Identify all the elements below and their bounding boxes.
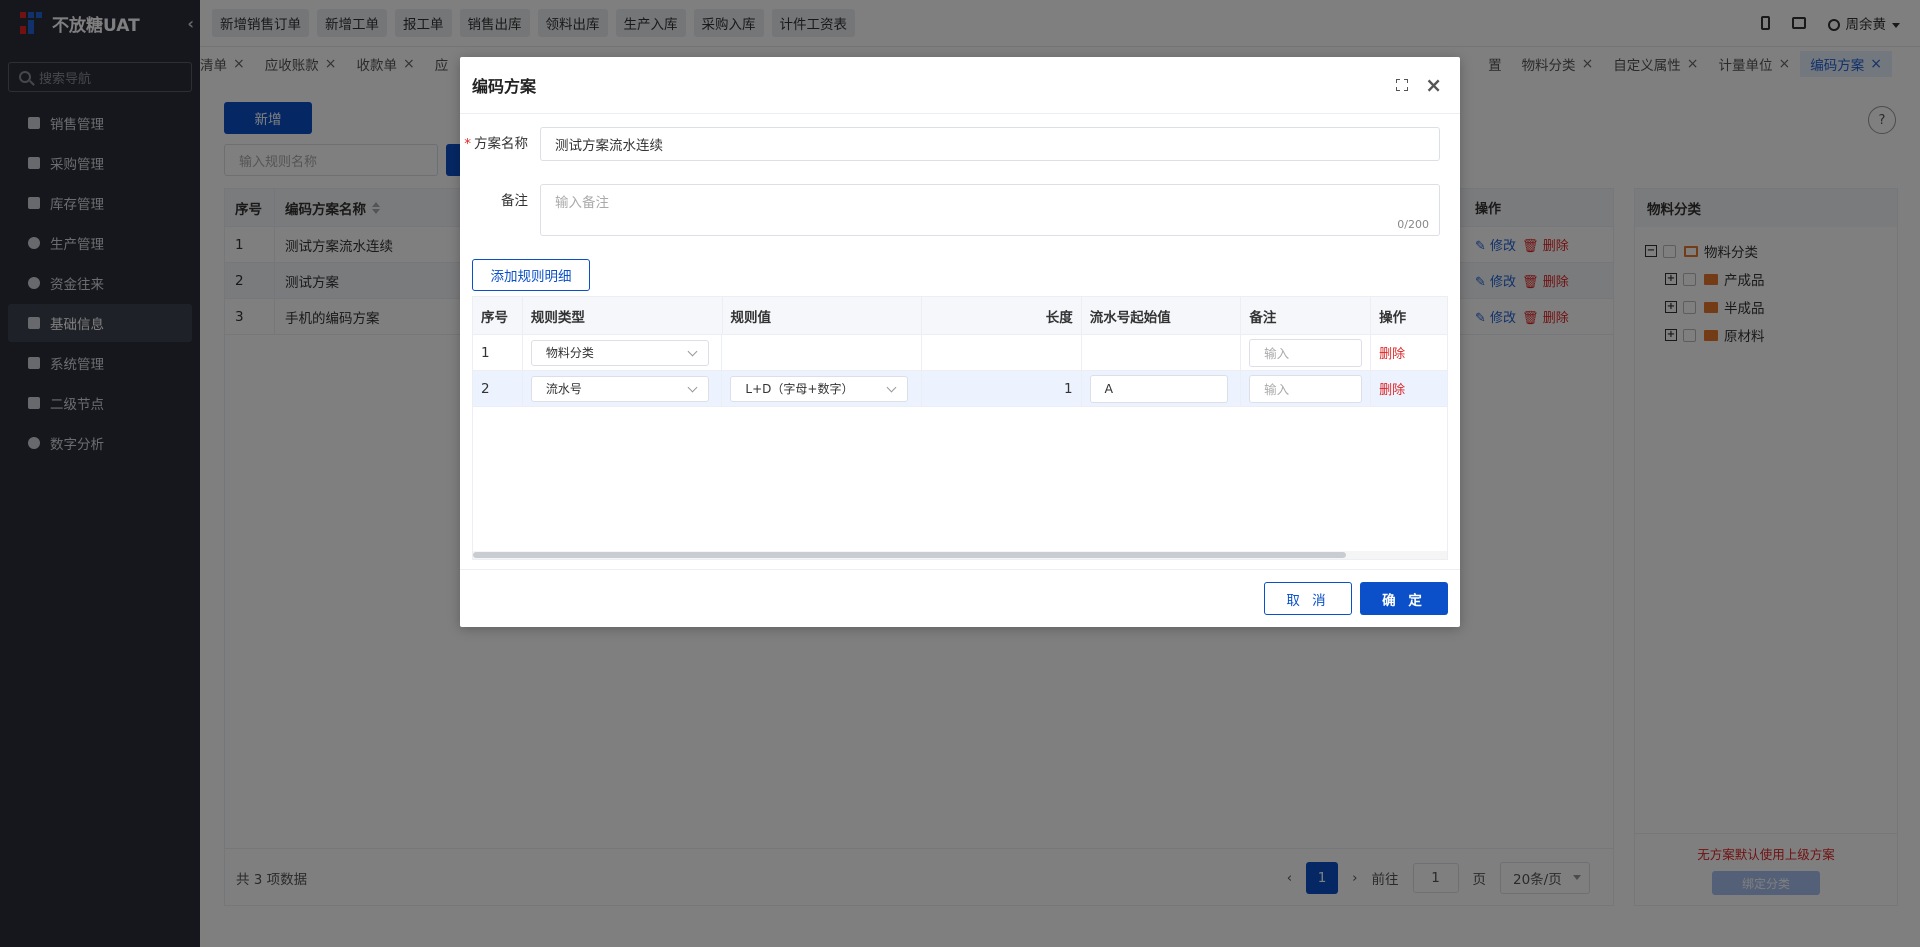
chevron-down-icon xyxy=(687,382,698,392)
remark-row: 备注 输入备注 0/200 xyxy=(460,184,1440,236)
dialog-header: 编码方案 × xyxy=(460,57,1460,114)
remark-textarea[interactable]: 输入备注 0/200 xyxy=(540,184,1440,236)
horizontal-scrollbar[interactable] xyxy=(473,551,1447,559)
confirm-button[interactable]: 确 定 xyxy=(1360,582,1448,615)
rule-remark-input[interactable]: 输入 xyxy=(1249,374,1363,403)
chevron-down-icon xyxy=(687,346,698,356)
scheme-name-input[interactable]: 测试方案流水连续 xyxy=(540,127,1440,161)
delete-rule-link[interactable]: 删除 xyxy=(1379,343,1405,362)
serial-start-input[interactable]: A xyxy=(1089,374,1228,403)
rule-detail-table: 序号 规则类型 规则值 长度 流水号起始值 备注 操作 1 物料分类 输入 删除… xyxy=(472,296,1448,560)
rule-table-header: 序号 规则类型 规则值 长度 流水号起始值 备注 操作 xyxy=(473,297,1447,335)
delete-rule-link[interactable]: 删除 xyxy=(1379,379,1405,398)
rule-value-select[interactable]: L+D（字母+数字） xyxy=(730,375,909,402)
add-rule-detail-button[interactable]: 添加规则明细 xyxy=(472,259,590,291)
dialog-title: 编码方案 xyxy=(472,77,537,96)
rule-type-select[interactable]: 流水号 xyxy=(530,375,709,402)
table-row: 2 流水号 L+D（字母+数字） 1 A 输入 删除 xyxy=(473,371,1447,407)
scrollbar-thumb[interactable] xyxy=(473,552,1346,558)
cancel-button[interactable]: 取 消 xyxy=(1264,582,1352,615)
table-row: 1 物料分类 输入 删除 xyxy=(473,335,1447,371)
rule-length-value: 1 xyxy=(922,371,1082,406)
rule-type-select[interactable]: 物料分类 xyxy=(530,339,709,366)
coding-scheme-dialog: 编码方案 × * 方案名称 测试方案流水连续 备注 输入备注 0/200 添加规则… xyxy=(460,57,1460,627)
maximize-icon[interactable] xyxy=(1396,79,1408,91)
rule-remark-input[interactable]: 输入 xyxy=(1249,338,1363,367)
close-icon[interactable]: × xyxy=(1425,73,1442,97)
char-counter: 0/200 xyxy=(1397,218,1429,231)
dialog-footer: 取 消 确 定 xyxy=(460,569,1460,627)
chevron-down-icon xyxy=(886,382,897,392)
scheme-name-row: * 方案名称 测试方案流水连续 xyxy=(460,127,1440,161)
